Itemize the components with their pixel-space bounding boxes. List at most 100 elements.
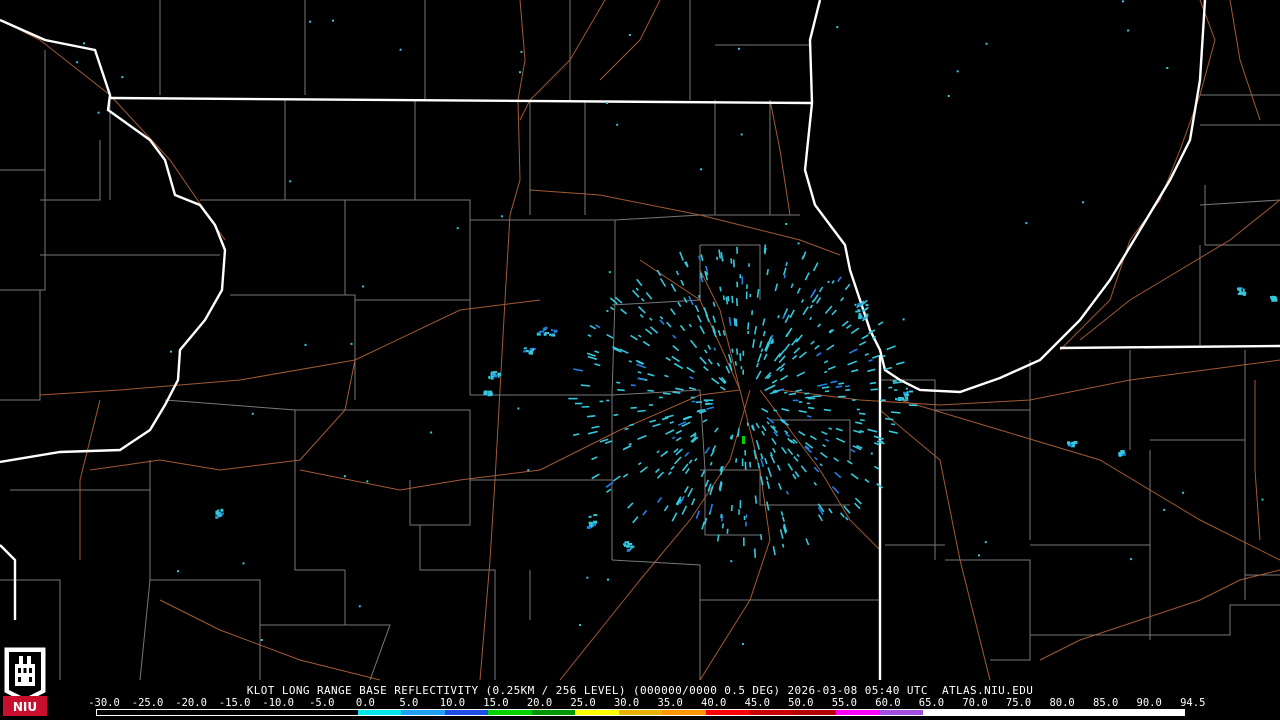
echo-cluster-pixel [483, 392, 486, 396]
echo-cluster-pixel [1239, 291, 1243, 294]
echo-streak [807, 406, 815, 410]
echo-streak [747, 322, 750, 330]
echo-streak [725, 296, 729, 305]
color-bar-segment [531, 710, 576, 715]
echo-isolated-pixel [586, 576, 589, 579]
echo-isolated-pixel [251, 412, 254, 415]
echo-cluster-pixel [593, 514, 598, 517]
echo-streak [828, 427, 833, 430]
echo-streak [719, 286, 722, 292]
echo-streak [637, 371, 642, 374]
echo-isolated-pixel [456, 227, 459, 230]
color-bar-segment [444, 710, 489, 715]
echo-cluster-pixel [488, 393, 493, 397]
echo-streak [705, 271, 709, 276]
echo-streak [892, 380, 897, 383]
echo-cluster-pixel [544, 326, 548, 329]
scale-label: -25.0 [131, 697, 164, 709]
echo-streak [580, 384, 591, 387]
echo-cluster-pixel [865, 307, 868, 310]
echo-cluster-pixel [854, 303, 857, 306]
echo-streak [720, 513, 723, 519]
echo-cluster-pixel [895, 397, 897, 400]
echo-streak [860, 418, 865, 422]
echo-isolated-pixel [430, 431, 433, 434]
echo-streak [881, 354, 886, 358]
echo-streak [824, 370, 828, 374]
echo-cluster-pixel [550, 329, 553, 332]
echo-cluster-pixel [592, 523, 596, 527]
color-bar-segment [792, 710, 837, 715]
echo-isolated-pixel [399, 48, 402, 51]
color-bar-segment [183, 710, 228, 715]
color-bar-segment [1140, 710, 1185, 715]
echo-cluster-pixel [627, 541, 630, 545]
echo-isolated-pixel [83, 42, 85, 45]
echo-streak [746, 422, 749, 427]
color-bar-segment [1053, 710, 1098, 715]
echo-cluster-pixel [218, 514, 223, 517]
echo-isolated-pixel [1025, 222, 1028, 225]
echo-isolated-pixel [1163, 508, 1166, 511]
echo-cluster-pixel [857, 309, 861, 313]
echo-streak [772, 389, 777, 393]
echo-streak [749, 461, 752, 468]
scale-label: 60.0 [875, 697, 901, 709]
echo-streak [716, 256, 719, 261]
echo-isolated-pixel [985, 42, 988, 45]
echo-cluster-pixel [540, 330, 545, 333]
echo-isolated-pixel [1261, 498, 1264, 501]
echo-cluster-pixel [1242, 288, 1245, 292]
echo-isolated-pixel [608, 271, 611, 274]
echo-isolated-pixel [1130, 558, 1133, 561]
echo-isolated-pixel [827, 280, 830, 283]
echo-streak [730, 505, 733, 512]
echo-isolated-pixel [527, 469, 530, 472]
echo-cluster-pixel [857, 303, 862, 306]
radar-site-marker [742, 436, 745, 444]
echo-isolated-pixel [260, 639, 263, 641]
echo-isolated-pixel [358, 605, 361, 608]
color-bar-segment [357, 710, 402, 715]
scale-label: -30.0 [88, 697, 120, 709]
echo-streak [735, 318, 738, 327]
echo-isolated-pixel [76, 61, 79, 64]
scale-label: 20.0 [526, 697, 553, 709]
echo-isolated-pixel [902, 318, 905, 321]
echo-streak [617, 388, 625, 392]
echo-cluster-pixel [494, 375, 498, 378]
color-bar-segment [401, 710, 445, 715]
echo-cluster-pixel [626, 548, 630, 552]
echo-streak [637, 409, 646, 413]
echo-cluster-pixel [549, 333, 552, 336]
color-bar-segment [923, 710, 967, 715]
echo-cluster-pixel [490, 375, 493, 379]
echo-cluster-pixel [909, 390, 913, 393]
scale-label: 50.0 [788, 697, 814, 709]
echo-isolated-pixel [170, 350, 172, 353]
scale-label: 85.0 [1092, 697, 1119, 709]
color-bar-segment [97, 710, 141, 715]
echo-isolated-pixel [1166, 67, 1169, 69]
echo-streak [735, 298, 738, 306]
echo-isolated-pixel [738, 47, 740, 50]
echo-isolated-pixel [332, 19, 334, 22]
echo-cluster-pixel [523, 347, 527, 350]
echo-cluster-pixel [630, 545, 635, 548]
echo-isolated-pixel [500, 215, 503, 218]
echo-streak [722, 295, 726, 301]
echo-cluster-pixel [488, 375, 491, 379]
echo-streak [858, 412, 866, 415]
echo-cluster-pixel [862, 309, 866, 312]
echo-streak [731, 295, 734, 304]
radar-map [0, 0, 1280, 720]
scale-label: 70.0 [962, 697, 988, 709]
echo-isolated-pixel [1182, 491, 1185, 494]
echo-streak [613, 413, 619, 417]
echo-isolated-pixel [350, 342, 353, 345]
echo-cluster-pixel [1121, 453, 1126, 456]
echo-cluster-pixel [903, 391, 905, 394]
echo-isolated-pixel [947, 95, 950, 97]
echo-isolated-pixel [520, 50, 523, 53]
scale-label: -15.0 [218, 697, 251, 709]
